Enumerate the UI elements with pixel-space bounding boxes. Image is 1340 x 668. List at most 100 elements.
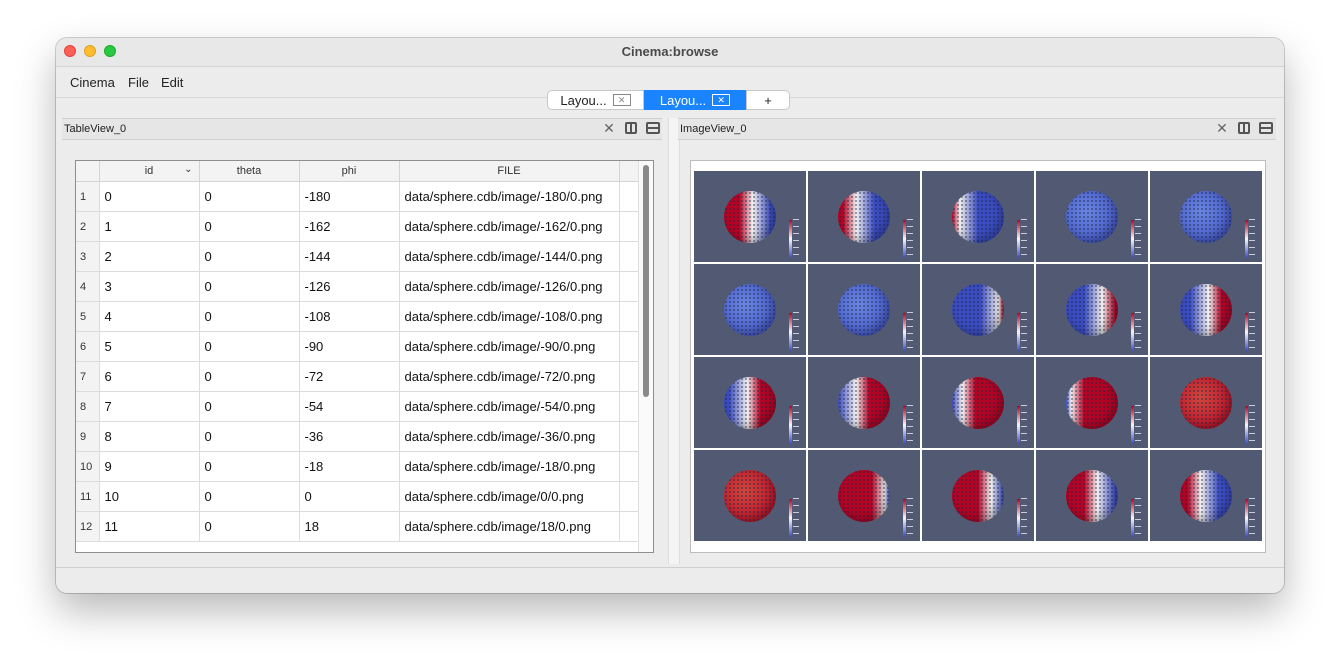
cell-id[interactable]: 10 xyxy=(99,481,200,512)
cell-theta[interactable]: 0 xyxy=(199,271,300,302)
menu-edit[interactable]: Edit xyxy=(161,75,183,90)
cell-phi[interactable]: -90 xyxy=(299,331,400,362)
table-row[interactable]: 3 2 0 -144 data/sphere.cdb/image/-144/0.png xyxy=(76,241,640,272)
split-horizontal-icon[interactable] xyxy=(1259,122,1273,134)
image-thumbnail[interactable] xyxy=(922,357,1034,448)
image-thumbnail[interactable] xyxy=(1150,264,1262,355)
cell-theta[interactable]: 0 xyxy=(199,511,300,542)
cell-theta[interactable]: 0 xyxy=(199,421,300,452)
close-icon[interactable]: ✕ xyxy=(1215,121,1229,135)
cell-phi[interactable]: -36 xyxy=(299,421,400,452)
image-thumbnail[interactable] xyxy=(808,357,920,448)
image-thumbnail[interactable] xyxy=(694,450,806,541)
menu-file[interactable]: File xyxy=(128,75,149,90)
cell-id[interactable]: 6 xyxy=(99,361,200,392)
cell-id[interactable]: 8 xyxy=(99,421,200,452)
cell-phi[interactable]: -162 xyxy=(299,211,400,242)
cell-phi[interactable]: -18 xyxy=(299,451,400,482)
cell-theta[interactable]: 0 xyxy=(199,301,300,332)
column-header-phi[interactable]: phi xyxy=(299,161,400,182)
split-vertical-icon[interactable] xyxy=(625,122,637,134)
cell-id[interactable]: 11 xyxy=(99,511,200,542)
image-thumbnail[interactable] xyxy=(922,171,1034,262)
cell-file[interactable]: data/sphere.cdb/image/-144/0.png xyxy=(399,241,620,272)
cell-phi[interactable]: -126 xyxy=(299,271,400,302)
split-horizontal-icon[interactable] xyxy=(646,122,660,134)
cell-phi[interactable]: -180 xyxy=(299,181,400,212)
cell-file[interactable]: data/sphere.cdb/image/-54/0.png xyxy=(399,391,620,422)
cell-phi[interactable]: -54 xyxy=(299,391,400,422)
add-tab-button[interactable]: + xyxy=(746,90,790,110)
close-icon[interactable]: ✕ xyxy=(602,121,616,135)
row-number[interactable]: 11 xyxy=(76,481,100,512)
image-thumbnail[interactable] xyxy=(1036,171,1148,262)
cell-theta[interactable]: 0 xyxy=(199,361,300,392)
cell-theta[interactable]: 0 xyxy=(199,181,300,212)
corner-cell[interactable] xyxy=(76,161,100,182)
table-row[interactable]: 1 0 0 -180 data/sphere.cdb/image/-180/0.png xyxy=(76,181,640,212)
image-thumbnail[interactable] xyxy=(1036,450,1148,541)
row-number[interactable]: 12 xyxy=(76,511,100,542)
table-row[interactable]: 5 4 0 -108 data/sphere.cdb/image/-108/0.png xyxy=(76,301,640,332)
row-number[interactable]: 8 xyxy=(76,391,100,422)
image-thumbnail[interactable] xyxy=(1150,450,1262,541)
chevron-down-icon[interactable]: ⌄ xyxy=(184,164,192,175)
cell-phi[interactable]: -144 xyxy=(299,241,400,272)
split-vertical-icon[interactable] xyxy=(1238,122,1250,134)
cell-id[interactable]: 4 xyxy=(99,301,200,332)
image-thumbnail[interactable] xyxy=(694,357,806,448)
image-thumbnail[interactable] xyxy=(922,264,1034,355)
cell-file[interactable]: data/sphere.cdb/image/18/0.png xyxy=(399,511,620,542)
cell-theta[interactable]: 0 xyxy=(199,331,300,362)
close-tab-icon[interactable]: ✕ xyxy=(612,94,631,106)
tab-layout-1[interactable]: Layou... ✕ xyxy=(547,90,644,110)
table-scrollbar[interactable] xyxy=(638,161,653,552)
row-number[interactable]: 7 xyxy=(76,361,100,392)
column-header-id[interactable]: id ⌄ xyxy=(99,161,200,182)
table-row[interactable]: 6 5 0 -90 data/sphere.cdb/image/-90/0.png xyxy=(76,331,640,362)
cell-theta[interactable]: 0 xyxy=(199,451,300,482)
cell-id[interactable]: 1 xyxy=(99,211,200,242)
cell-file[interactable]: data/sphere.cdb/image/-18/0.png xyxy=(399,451,620,482)
cell-id[interactable]: 7 xyxy=(99,391,200,422)
cell-theta[interactable]: 0 xyxy=(199,211,300,242)
image-thumbnail[interactable] xyxy=(1150,357,1262,448)
cell-phi[interactable]: 0 xyxy=(299,481,400,512)
image-thumbnail[interactable] xyxy=(808,450,920,541)
column-header-theta[interactable]: theta xyxy=(199,161,300,182)
cell-theta[interactable]: 0 xyxy=(199,391,300,422)
image-thumbnail[interactable] xyxy=(808,264,920,355)
row-number[interactable]: 10 xyxy=(76,451,100,482)
image-thumbnail[interactable] xyxy=(694,264,806,355)
image-thumbnail[interactable] xyxy=(1036,357,1148,448)
image-thumbnail[interactable] xyxy=(922,450,1034,541)
cell-theta[interactable]: 0 xyxy=(199,241,300,272)
row-number[interactable]: 2 xyxy=(76,211,100,242)
image-thumbnail[interactable] xyxy=(1036,264,1148,355)
table-row[interactable]: 7 6 0 -72 data/sphere.cdb/image/-72/0.png xyxy=(76,361,640,392)
cell-phi[interactable]: 18 xyxy=(299,511,400,542)
image-thumbnail[interactable] xyxy=(1150,171,1262,262)
row-number[interactable]: 6 xyxy=(76,331,100,362)
cell-file[interactable]: data/sphere.cdb/image/-180/0.png xyxy=(399,181,620,212)
table-row[interactable]: 4 3 0 -126 data/sphere.cdb/image/-126/0.png xyxy=(76,271,640,302)
table-row[interactable]: 9 8 0 -36 data/sphere.cdb/image/-36/0.png xyxy=(76,421,640,452)
cell-file[interactable]: data/sphere.cdb/image/0/0.png xyxy=(399,481,620,512)
cell-file[interactable]: data/sphere.cdb/image/-162/0.png xyxy=(399,211,620,242)
cell-file[interactable]: data/sphere.cdb/image/-72/0.png xyxy=(399,361,620,392)
tab-layout-2[interactable]: Layou... ✕ xyxy=(644,90,746,110)
cell-theta[interactable]: 0 xyxy=(199,481,300,512)
cell-id[interactable]: 5 xyxy=(99,331,200,362)
image-thumbnail[interactable] xyxy=(694,171,806,262)
cell-file[interactable]: data/sphere.cdb/image/-108/0.png xyxy=(399,301,620,332)
scrollbar-thumb[interactable] xyxy=(643,165,649,397)
table-row[interactable]: 2 1 0 -162 data/sphere.cdb/image/-162/0.png xyxy=(76,211,640,242)
cell-file[interactable]: data/sphere.cdb/image/-90/0.png xyxy=(399,331,620,362)
cell-file[interactable]: data/sphere.cdb/image/-126/0.png xyxy=(399,271,620,302)
image-thumbnail[interactable] xyxy=(808,171,920,262)
row-number[interactable]: 1 xyxy=(76,181,100,212)
table-row[interactable]: 11 10 0 0 data/sphere.cdb/image/0/0.png xyxy=(76,481,640,512)
cell-phi[interactable]: -108 xyxy=(299,301,400,332)
cell-id[interactable]: 3 xyxy=(99,271,200,302)
row-number[interactable]: 5 xyxy=(76,301,100,332)
